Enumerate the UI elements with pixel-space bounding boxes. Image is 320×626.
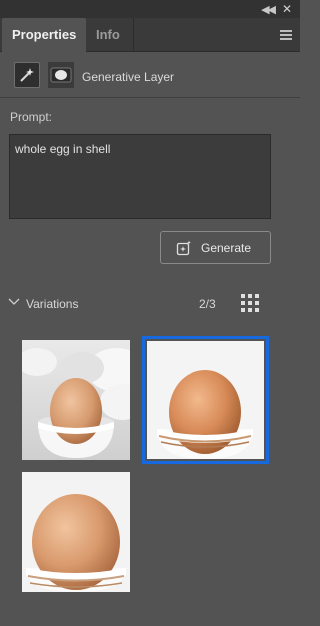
tab-info[interactable]: Info	[86, 18, 134, 52]
generate-button[interactable]: Generate	[160, 231, 271, 264]
tab-properties[interactable]: Properties	[2, 18, 86, 52]
variations-header: Variations 2/3	[0, 286, 300, 320]
prompt-label: Prompt:	[10, 110, 53, 124]
chevron-down-icon[interactable]	[8, 296, 20, 308]
variations-count: 2/3	[199, 297, 216, 311]
prompt-input[interactable]: whole egg in shell	[9, 134, 271, 219]
variation-thumbnail-2[interactable]	[147, 341, 264, 459]
panel-title-bar: ◀◀ ✕	[0, 0, 300, 18]
layer-mask-icon[interactable]	[48, 62, 74, 88]
generate-icon	[176, 240, 191, 256]
variations-label: Variations	[26, 297, 79, 311]
collapse-panel-icon[interactable]: ◀◀	[261, 3, 276, 16]
layer-type-label: Generative Layer	[82, 70, 175, 84]
close-icon[interactable]: ✕	[282, 2, 292, 16]
variation-thumbnail-1[interactable]	[22, 340, 130, 460]
grid-view-icon[interactable]	[240, 293, 260, 313]
panel-menu-icon[interactable]	[280, 30, 292, 40]
generate-button-label: Generate	[201, 241, 252, 255]
panel-tab-bar: Properties Info	[0, 18, 300, 52]
generative-layer-icon[interactable]	[14, 62, 40, 88]
variation-thumbnail-3[interactable]	[22, 472, 130, 592]
